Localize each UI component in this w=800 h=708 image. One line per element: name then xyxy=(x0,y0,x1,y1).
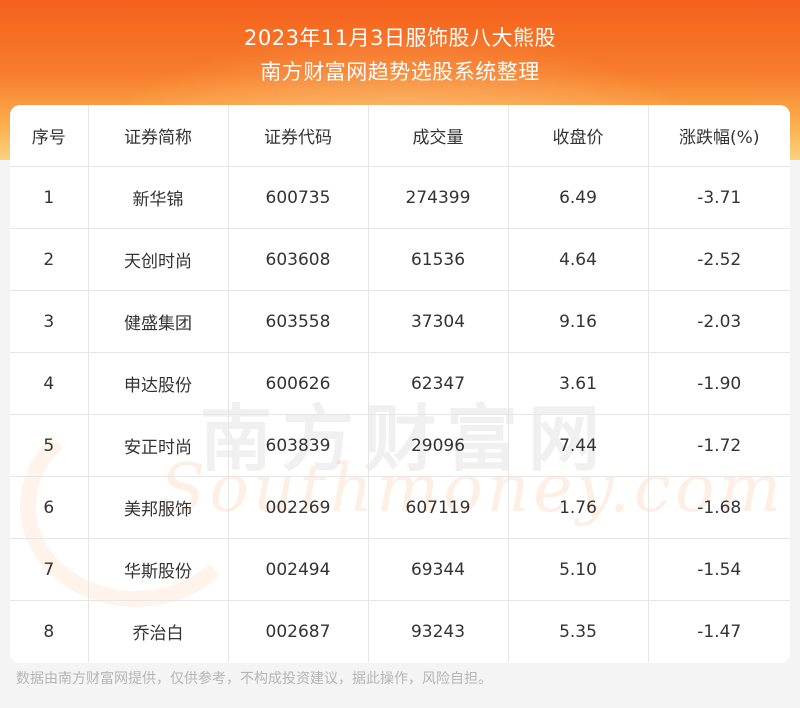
cell-code: 002687 xyxy=(228,600,369,662)
cell-volume: 37304 xyxy=(368,290,509,353)
cell-close: 7.44 xyxy=(508,414,649,477)
col-header-index: 序号 xyxy=(10,105,89,167)
cell-name: 健盛集团 xyxy=(88,290,229,353)
cell-change: -2.52 xyxy=(648,228,790,291)
cell-volume: 62347 xyxy=(368,352,509,415)
cell-close: 1.76 xyxy=(508,476,649,539)
cell-name: 天创时尚 xyxy=(88,228,229,291)
table-row: 4 申达股份 600626 62347 3.61 -1.90 xyxy=(10,352,790,415)
cell-index: 7 xyxy=(10,538,89,601)
cell-volume: 93243 xyxy=(368,600,509,662)
col-header-change: 涨跌幅(%) xyxy=(648,105,790,167)
cell-code: 603608 xyxy=(228,228,369,291)
cell-name: 安正时尚 xyxy=(88,414,229,477)
page-subtitle: 南方财富网趋势选股系统整理 xyxy=(260,60,540,84)
cell-close: 6.49 xyxy=(508,166,649,229)
cell-index: 5 xyxy=(10,414,89,477)
cell-volume: 29096 xyxy=(368,414,509,477)
cell-name: 申达股份 xyxy=(88,352,229,415)
col-header-name: 证券简称 xyxy=(88,105,229,167)
cell-index: 3 xyxy=(10,290,89,353)
cell-close: 5.35 xyxy=(508,600,649,662)
table-row: 6 美邦服饰 002269 607119 1.76 -1.68 xyxy=(10,476,790,539)
col-header-volume: 成交量 xyxy=(368,105,509,167)
col-header-close: 收盘价 xyxy=(508,105,649,167)
table-row: 5 安正时尚 603839 29096 7.44 -1.72 xyxy=(10,414,790,477)
cell-change: -1.68 xyxy=(648,476,790,539)
cell-name: 华斯股份 xyxy=(88,538,229,601)
cell-name: 美邦服饰 xyxy=(88,476,229,539)
cell-close: 5.10 xyxy=(508,538,649,601)
cell-change: -1.72 xyxy=(648,414,790,477)
cell-code: 600626 xyxy=(228,352,369,415)
cell-code: 600735 xyxy=(228,166,369,229)
page-title: 2023年11月3日服饰股八大熊股 xyxy=(243,26,557,50)
cell-volume: 69344 xyxy=(368,538,509,601)
cell-code: 002269 xyxy=(228,476,369,539)
cell-close: 9.16 xyxy=(508,290,649,353)
cell-index: 1 xyxy=(10,166,89,229)
cell-code: 603558 xyxy=(228,290,369,353)
cell-change: -1.90 xyxy=(648,352,790,415)
cell-index: 6 xyxy=(10,476,89,539)
cell-volume: 607119 xyxy=(368,476,509,539)
footer-disclaimer: 数据由南方财富网提供，仅供参考，不构成投资建议，据此操作，风险自担。 xyxy=(16,671,492,687)
cell-close: 3.61 xyxy=(508,352,649,415)
stock-table: 序号 证券简称 证券代码 成交量 收盘价 涨跌幅(%) 1 新华锦 600735 27… xyxy=(10,105,790,662)
cell-volume: 274399 xyxy=(368,166,509,229)
table-row: 3 健盛集团 603558 37304 9.16 -2.03 xyxy=(10,290,790,353)
cell-volume: 61536 xyxy=(368,228,509,291)
cell-name: 乔治白 xyxy=(88,600,229,662)
table-header-row: 序号 证券简称 证券代码 成交量 收盘价 涨跌幅(%) xyxy=(10,105,790,167)
cell-change: -1.47 xyxy=(697,621,742,642)
cell-close: 4.64 xyxy=(508,228,649,291)
table-row: 7 华斯股份 002494 69344 5.10 -1.54 xyxy=(10,538,790,601)
table-card: 南方财富网 Southmoney.com 序号 证券简称 证券代码 成交量 收盘… xyxy=(10,105,790,663)
cell-change: -1.54 xyxy=(648,538,790,601)
cell-change: -2.03 xyxy=(648,290,790,353)
cell-index: 8 xyxy=(10,600,89,662)
table-row: 2 天创时尚 603608 61536 4.64 -2.52 xyxy=(10,228,790,291)
cell-index: 4 xyxy=(10,352,89,415)
col-header-code: 证券代码 xyxy=(228,105,369,167)
table-row: 1 新华锦 600735 274399 6.49 -3.71 xyxy=(10,166,790,229)
table-row: 8 乔治白 002687 93243 5.35 -1.47 xyxy=(10,600,790,662)
cell-code: 603839 xyxy=(228,414,369,477)
cell-index: 2 xyxy=(10,228,89,291)
cell-name: 新华锦 xyxy=(88,166,229,229)
cell-code: 002494 xyxy=(228,538,369,601)
cell-change: -3.71 xyxy=(648,166,790,229)
